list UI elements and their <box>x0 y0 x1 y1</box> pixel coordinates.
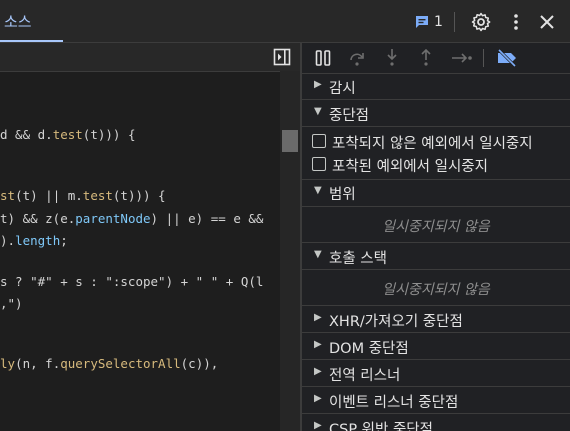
code-token: ). <box>0 233 16 248</box>
code-token: test <box>52 127 83 142</box>
gear-icon[interactable] <box>471 12 491 32</box>
debugger-toolbar <box>302 43 570 74</box>
section-call-stack[interactable]: ▼ 호출 스택 <box>302 245 570 267</box>
step-into-icon[interactable] <box>384 48 400 68</box>
debugger-sidebar: ▶ 감시 ▼ 중단점 포착되지 않은 예외에서 일시중지 포착된 예외에서 일시… <box>302 43 570 431</box>
separator <box>302 179 570 180</box>
section-event-listener-breakpoints[interactable]: ▶ 이벤트 리스너 중단점 <box>302 389 570 411</box>
code-token: (t))) { <box>82 127 136 142</box>
code-token: test <box>82 188 113 203</box>
triangle-right-icon: ▶ <box>314 339 322 350</box>
triangle-right-icon: ▶ <box>314 366 322 377</box>
section-breakpoints[interactable]: ▼ 중단점 <box>302 102 570 124</box>
code-token: ,") <box>0 296 23 311</box>
deactivate-breakpoints-icon[interactable] <box>495 48 519 68</box>
pause-icon[interactable] <box>314 49 332 67</box>
code-token: st <box>0 188 16 203</box>
pause-caught-row[interactable]: 포착된 예외에서 일시중지 <box>302 154 570 175</box>
code-line[interactable]: ly(n, f.querySelectorAll(c)), <box>0 356 218 371</box>
code-line[interactable]: s ? "#" + s : ":scope") + " " + Q(l <box>0 274 263 289</box>
separator <box>302 386 570 387</box>
section-watch[interactable]: ▶ 감시 <box>302 75 570 97</box>
message-icon <box>416 16 428 28</box>
separator <box>302 269 570 270</box>
devtools-topbar: 소스 1 <box>0 0 570 43</box>
step-over-icon[interactable] <box>348 49 366 67</box>
separator <box>302 206 570 207</box>
section-global-listeners[interactable]: ▶ 전역 리스너 <box>302 362 570 384</box>
pause-caught-checkbox[interactable] <box>312 157 326 171</box>
editor-scrollbar[interactable] <box>280 71 300 431</box>
separator <box>302 413 570 414</box>
triangle-right-icon: ▶ <box>314 79 322 90</box>
section-dom-breakpoints[interactable]: ▶ DOM 중단점 <box>302 335 570 357</box>
triangle-right-icon: ▶ <box>314 312 322 323</box>
separator <box>302 99 570 100</box>
code-token: length <box>15 233 61 248</box>
code-token: (c)), <box>180 356 219 371</box>
scrollbar-thumb[interactable] <box>282 130 298 152</box>
separator <box>302 126 570 127</box>
code-lines[interactable]: d && d.test(t))) {st(t) || m.test(t))) {… <box>0 71 280 431</box>
tab-underline <box>0 40 63 42</box>
code-token: ly <box>0 356 16 371</box>
section-scope[interactable]: ▼ 범위 <box>302 181 570 203</box>
triangle-down-icon: ▼ <box>314 106 322 117</box>
code-token: (t) || m. <box>15 188 83 203</box>
pause-uncaught-row[interactable]: 포착되지 않은 예외에서 일시중지 <box>302 131 570 152</box>
issues-count: 1 <box>434 14 443 30</box>
code-token: querySelectorAll <box>60 356 181 371</box>
triangle-right-icon: ▶ <box>314 393 322 404</box>
editor-toolbar <box>0 43 300 72</box>
close-icon[interactable] <box>539 14 555 30</box>
section-xhr-breakpoints[interactable]: ▶ XHR/가져오기 중단점 <box>302 308 570 330</box>
section-csp-breakpoints[interactable]: ▶ CSP 위반 중단점 <box>302 416 570 431</box>
triangle-down-icon: ▼ <box>314 185 322 196</box>
issues-button[interactable]: 1 <box>414 12 444 32</box>
separator <box>302 242 570 243</box>
tab-sources-label: 소스 <box>4 13 32 31</box>
tab-sources[interactable]: 소스 <box>0 0 63 42</box>
toolbar-separator <box>483 49 484 67</box>
triangle-right-icon: ▶ <box>314 420 322 431</box>
code-token: (n, f. <box>15 356 61 371</box>
code-line[interactable]: ,") <box>0 296 23 311</box>
separator <box>302 332 570 333</box>
toolbar-separator <box>454 12 455 32</box>
scope-empty-message: 일시중지되지 않음 <box>382 219 490 235</box>
code-line[interactable]: ).length; <box>0 233 68 248</box>
code-line[interactable]: d && d.test(t))) { <box>0 127 135 142</box>
step-out-icon[interactable] <box>418 48 434 68</box>
code-token: ; <box>60 233 68 248</box>
code-editor[interactable]: d && d.test(t))) {st(t) || m.test(t))) {… <box>0 43 300 431</box>
pause-uncaught-checkbox[interactable] <box>312 134 326 148</box>
triangle-down-icon: ▼ <box>314 249 322 260</box>
code-token: s ? "#" + s : ":scope") + " " + Q(l <box>0 274 264 289</box>
code-line[interactable]: st(t) || m.test(t))) { <box>0 188 166 203</box>
code-token: t) && z(e. <box>0 211 76 226</box>
toggle-sidebar-icon[interactable] <box>273 48 291 66</box>
more-vert-icon[interactable] <box>508 12 524 32</box>
code-token: parentNode <box>75 211 151 226</box>
separator <box>302 359 570 360</box>
code-line[interactable]: t) && z(e.parentNode) || e) == e && <box>0 211 263 226</box>
code-token: d && d. <box>0 127 53 142</box>
step-icon[interactable] <box>450 50 474 66</box>
code-token: (t))) { <box>112 188 166 203</box>
call-stack-empty-message: 일시중지되지 않음 <box>382 282 490 298</box>
separator <box>302 305 570 306</box>
code-token: ) || e) == e && <box>150 211 264 226</box>
